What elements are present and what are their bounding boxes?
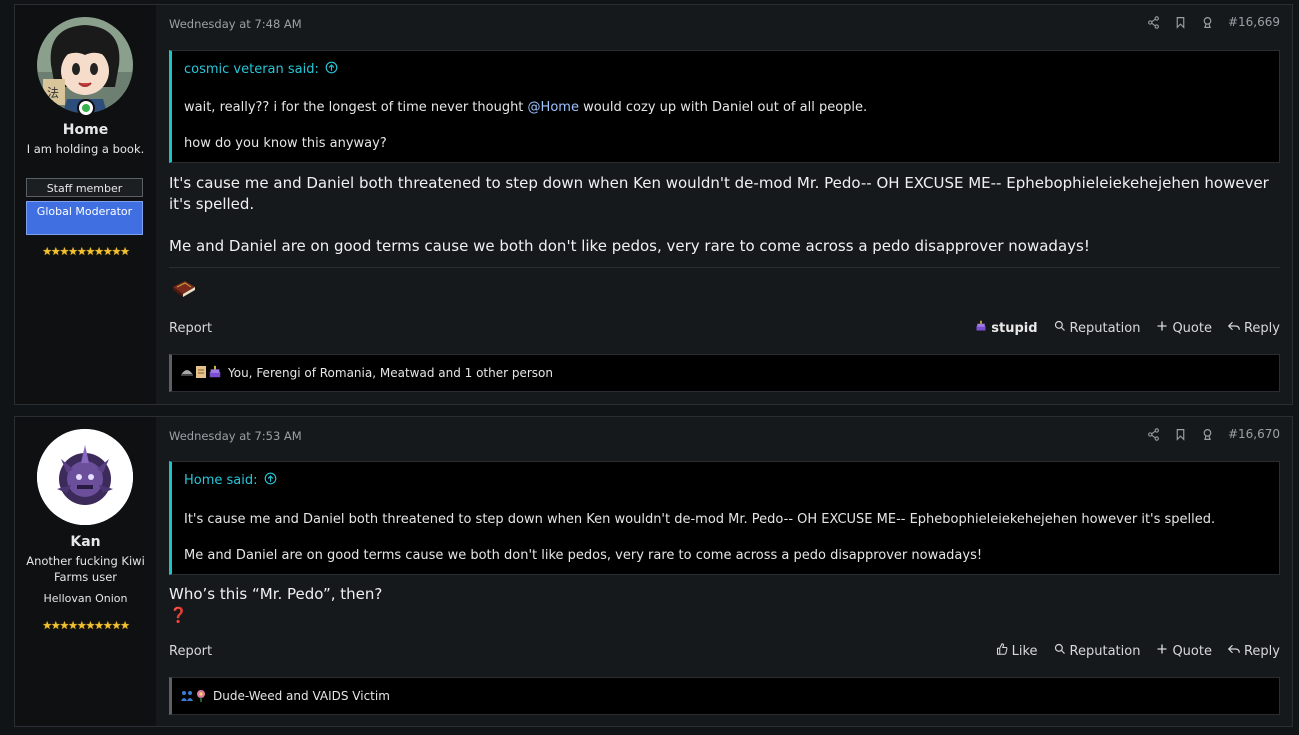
hat-icon bbox=[180, 365, 194, 382]
quote-button[interactable]: Quote bbox=[1156, 643, 1212, 659]
scroll-icon bbox=[195, 365, 207, 382]
quote-line: wait, really?? i for the longest of time… bbox=[184, 99, 867, 117]
reputation-label: Reputation bbox=[1069, 643, 1141, 659]
bookmark-icon[interactable] bbox=[1174, 428, 1187, 441]
quote-label: Quote bbox=[1172, 320, 1212, 336]
post-actions: Like Reputation Quote Reply bbox=[996, 643, 1280, 659]
user-title: Another fucking Kiwi Farms user bbox=[26, 554, 145, 584]
online-status-icon bbox=[77, 99, 95, 117]
reaction-icons bbox=[180, 688, 207, 705]
avatar[interactable] bbox=[37, 429, 133, 525]
watch-icon[interactable] bbox=[1201, 16, 1214, 29]
message-paragraph: Me and Daniel are on good terms cause we… bbox=[169, 237, 1090, 255]
watch-icon[interactable] bbox=[1201, 428, 1214, 441]
reply-icon bbox=[1227, 643, 1240, 659]
user-extra: Hellovan Onion bbox=[43, 592, 128, 605]
quote-button[interactable]: Quote bbox=[1156, 320, 1212, 336]
staff-banner: Staff member bbox=[26, 178, 143, 197]
user-column: Kan Another fucking Kiwi Farms user Hell… bbox=[15, 417, 156, 726]
moderator-banner: Global Moderator bbox=[26, 201, 143, 235]
quote-line: Me and Daniel are on good terms cause we… bbox=[184, 548, 983, 563]
message-paragraph: Who’s this “Mr. Pedo”, then? bbox=[169, 585, 383, 603]
search-icon bbox=[1054, 320, 1066, 336]
quote-block: cosmic veteran said: wait, really?? i fo… bbox=[169, 50, 1280, 163]
quote-label: Quote bbox=[1172, 643, 1212, 659]
flower-icon bbox=[195, 688, 207, 705]
quote-text: wait, really?? i for the longest of time… bbox=[184, 100, 528, 115]
plus-icon bbox=[1156, 643, 1168, 659]
like-label: Like bbox=[1011, 643, 1038, 659]
reaction-label: stupid bbox=[991, 320, 1038, 336]
reactions-text[interactable]: Dude-Weed and VAIDS Victim bbox=[213, 689, 390, 703]
reactions-bar[interactable]: You, Ferengi of Romania, Meatwad and 1 o… bbox=[169, 354, 1280, 392]
reactions-text[interactable]: You, Ferengi of Romania, Meatwad and 1 o… bbox=[228, 366, 553, 380]
reply-icon bbox=[1227, 320, 1240, 336]
arrow-up-circle-icon[interactable] bbox=[325, 61, 338, 78]
rating-stars: ★★★★★★★★★★ bbox=[42, 245, 130, 258]
reaction-stupid[interactable]: stupid bbox=[975, 320, 1038, 336]
bookmark-icon[interactable] bbox=[1174, 16, 1187, 29]
arrow-up-circle-icon[interactable] bbox=[264, 472, 277, 489]
thumbs-up-icon bbox=[996, 643, 1008, 659]
cake-icon bbox=[975, 320, 987, 336]
quote-author[interactable]: cosmic veteran said: bbox=[184, 62, 319, 77]
signature-divider bbox=[169, 267, 1280, 268]
question-mark-icon: ❓ bbox=[169, 606, 188, 624]
reply-label: Reply bbox=[1243, 643, 1280, 659]
report-link[interactable]: Report bbox=[169, 321, 212, 336]
reactions-bar[interactable]: Dude-Weed and VAIDS Victim bbox=[169, 677, 1280, 715]
quote-header[interactable]: Home said: bbox=[184, 472, 277, 489]
quote-text: would cozy up with Daniel out of all peo… bbox=[578, 100, 868, 115]
post-date[interactable]: Wednesday at 7:48 AM bbox=[169, 17, 302, 31]
user-mention[interactable]: @Home bbox=[528, 100, 579, 115]
reply-button[interactable]: Reply bbox=[1227, 643, 1280, 659]
post-main: Wednesday at 7:48 AM #16,669 cosmic vete… bbox=[169, 5, 1292, 404]
post-meta-actions: #16,669 bbox=[1147, 15, 1280, 29]
quote-block: Home said: It's cause me and Daniel both… bbox=[169, 461, 1280, 575]
reputation-button[interactable]: Reputation bbox=[1054, 320, 1141, 336]
user-title: I am holding a book. bbox=[26, 142, 145, 156]
username[interactable]: Home bbox=[15, 122, 156, 138]
quote-header[interactable]: cosmic veteran said: bbox=[184, 61, 338, 78]
user-column: 法 Home I am holding a book. Staff member… bbox=[15, 5, 156, 404]
username[interactable]: Kan bbox=[15, 534, 156, 550]
quote-line: It's cause me and Daniel both threatened… bbox=[184, 512, 1216, 527]
people-icon bbox=[180, 688, 194, 705]
post-number[interactable]: #16,669 bbox=[1228, 15, 1280, 29]
svg-text:法: 法 bbox=[47, 86, 59, 100]
reaction-icons bbox=[180, 365, 222, 382]
share-icon[interactable] bbox=[1147, 15, 1160, 29]
plus-icon bbox=[1156, 320, 1168, 336]
post: 法 Home I am holding a book. Staff member… bbox=[14, 4, 1293, 405]
onion-avatar-image bbox=[37, 429, 133, 525]
reputation-label: Reputation bbox=[1069, 320, 1141, 336]
post-arrow bbox=[156, 441, 165, 459]
rating-stars: ★★★★★★★★★★ bbox=[42, 619, 130, 632]
reply-button[interactable]: Reply bbox=[1227, 320, 1280, 336]
message-paragraph: It's cause me and Daniel both threatened… bbox=[169, 174, 1269, 213]
post-arrow bbox=[156, 29, 165, 47]
search-icon bbox=[1054, 643, 1066, 659]
reputation-button[interactable]: Reputation bbox=[1054, 643, 1141, 659]
book-icon bbox=[171, 275, 197, 303]
report-link[interactable]: Report bbox=[169, 644, 212, 659]
post-meta-actions: #16,670 bbox=[1147, 427, 1280, 441]
like-button[interactable]: Like bbox=[996, 643, 1038, 659]
cake-icon bbox=[208, 365, 222, 382]
post-main: Wednesday at 7:53 AM #16,670 Home said: … bbox=[169, 417, 1292, 726]
post-date[interactable]: Wednesday at 7:53 AM bbox=[169, 429, 302, 443]
post-number[interactable]: #16,670 bbox=[1228, 427, 1280, 441]
reply-label: Reply bbox=[1243, 320, 1280, 336]
share-icon[interactable] bbox=[1147, 427, 1160, 441]
post-actions: stupid Reputation Quote Reply bbox=[975, 320, 1280, 336]
post: Kan Another fucking Kiwi Farms user Hell… bbox=[14, 416, 1293, 727]
quote-line: how do you know this anyway? bbox=[184, 136, 387, 151]
quote-author[interactable]: Home said: bbox=[184, 473, 258, 488]
